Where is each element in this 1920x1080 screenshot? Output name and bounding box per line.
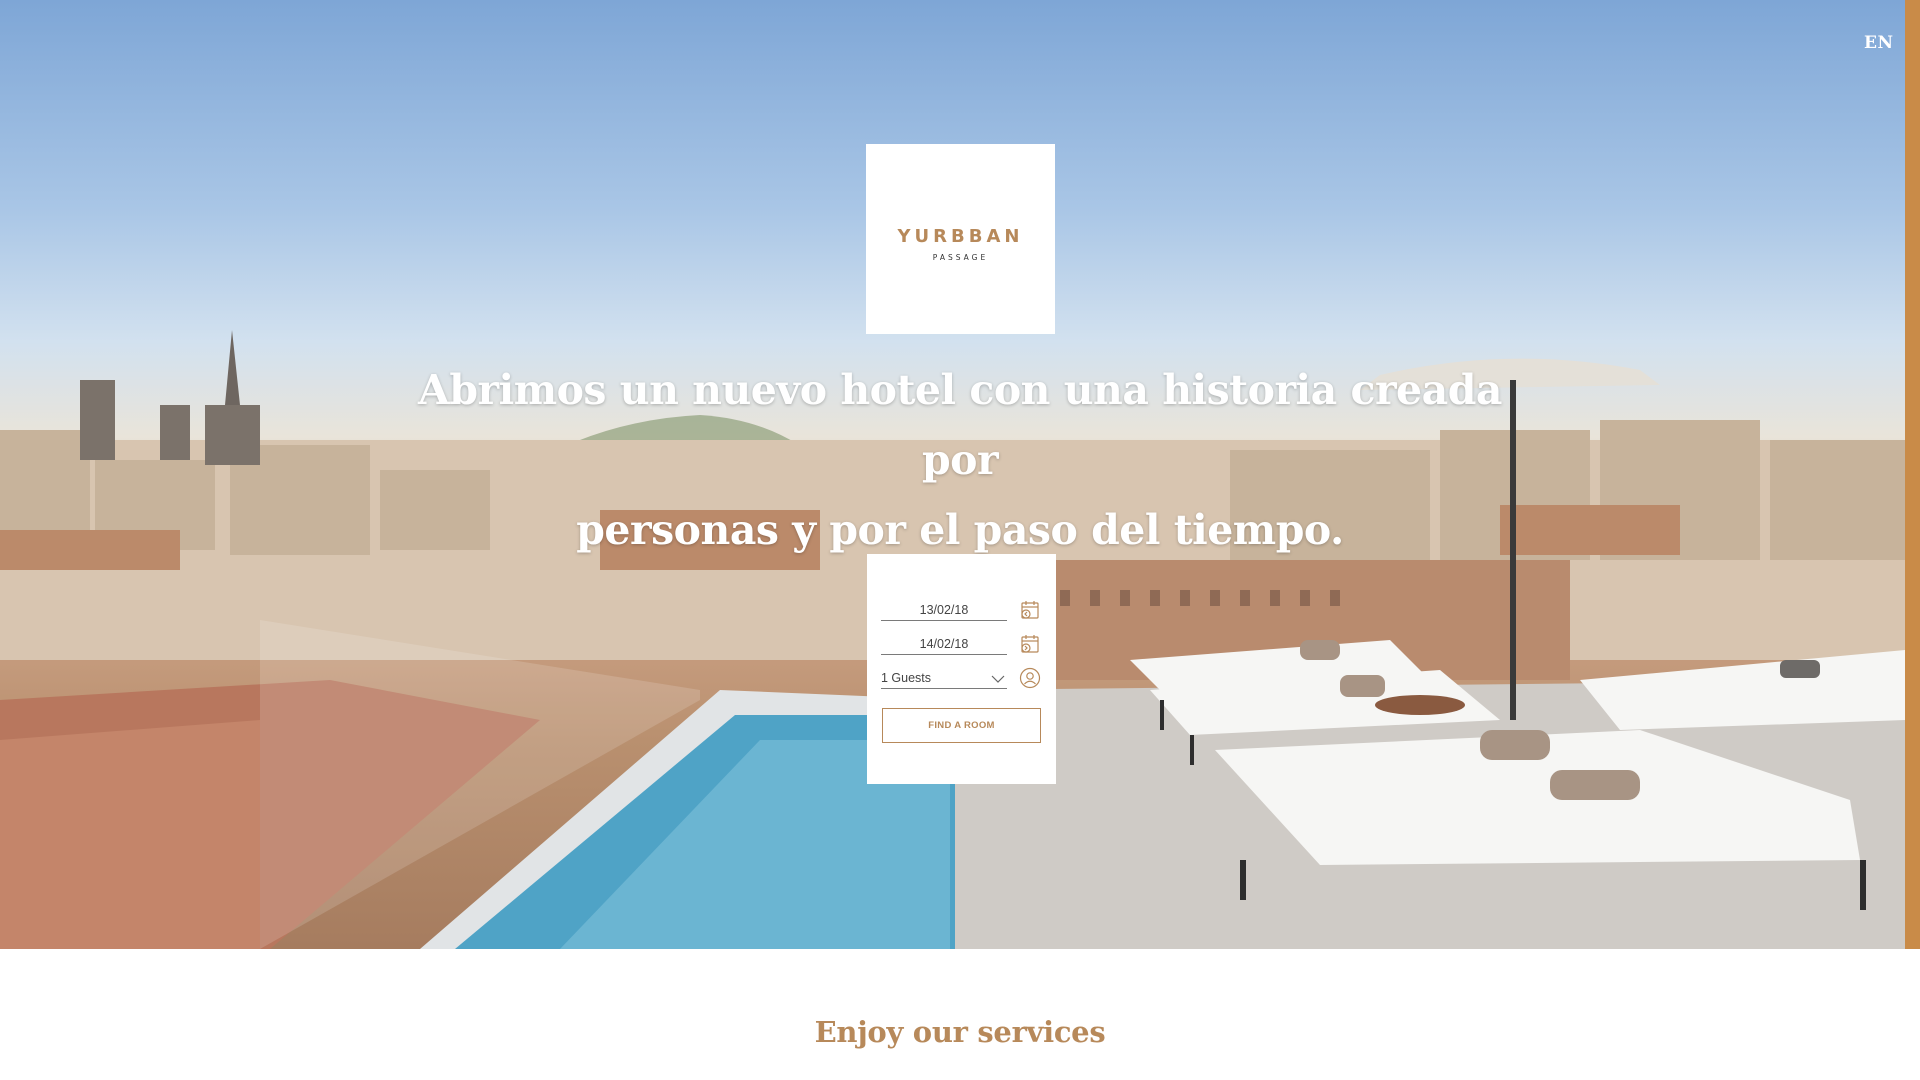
calendar-checkin-icon[interactable] [1018, 598, 1042, 622]
page-edge-strip [1905, 0, 1920, 949]
checkin-field[interactable]: 13/02/18 [881, 594, 1042, 628]
hero-headline-line-1: Abrimos un nuevo hotel con una historia … [418, 366, 1502, 484]
hero-headline: Abrimos un nuevo hotel con una historia … [400, 355, 1520, 565]
chevron-down-icon[interactable] [991, 674, 1005, 684]
guests-select[interactable]: 1 Guests [881, 671, 1007, 689]
checkout-field[interactable]: 14/02/18 [881, 628, 1042, 662]
hotel-logo[interactable]: YURBBAN PASSAGE [866, 144, 1055, 334]
hero-banner: EN YURBBAN PASSAGE Abrimos un nuevo hote… [0, 0, 1905, 949]
language-switcher[interactable]: EN [1864, 33, 1894, 53]
checkin-date-input[interactable]: 13/02/18 [881, 603, 1007, 621]
person-icon [1019, 667, 1041, 689]
logo-name: YURBBAN [897, 226, 1024, 247]
services-heading: Enjoy our services [814, 1015, 1106, 1049]
booking-widget: 13/02/18 14/02/18 1 Guests FIND A ROOM [867, 554, 1056, 784]
guests-field[interactable]: 1 Guests [881, 662, 1042, 696]
checkout-date-input[interactable]: 14/02/18 [881, 637, 1007, 655]
find-room-button[interactable]: FIND A ROOM [882, 708, 1041, 743]
logo-subtitle: PASSAGE [932, 253, 989, 262]
calendar-checkout-icon[interactable] [1018, 632, 1042, 656]
